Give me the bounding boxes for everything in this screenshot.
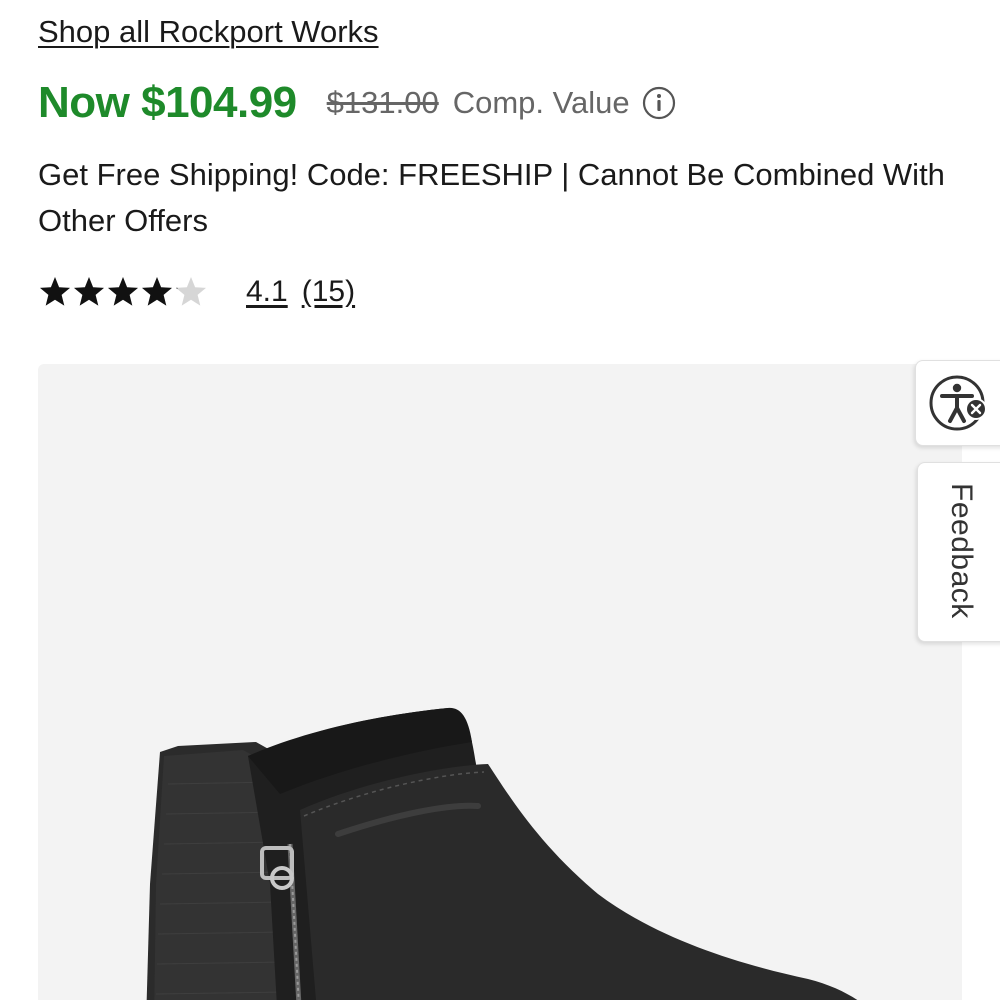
product-detail-page: Shop all Rockport Works Now $104.99 $131… [0, 0, 1000, 1000]
free-shipping-promo: Get Free Shipping! Code: FREESHIP | Cann… [38, 157, 945, 238]
accessibility-button[interactable] [915, 360, 1000, 446]
rating-row: 4.1 (15) [38, 272, 355, 312]
info-icon[interactable] [642, 86, 676, 120]
comp-value-label: Comp. Value [452, 85, 630, 120]
ankle-boot-icon [146, 707, 858, 1000]
rating-value-link[interactable]: 4.1 [246, 275, 288, 309]
product-image[interactable] [38, 364, 962, 1000]
feedback-tab[interactable]: Feedback [917, 462, 1000, 642]
price-row: Now $104.99 $131.00 Comp. Value [38, 78, 676, 128]
review-count-link[interactable]: (15) [302, 275, 355, 309]
shop-all-brand-link[interactable]: Shop all Rockport Works [38, 14, 379, 50]
star-rating[interactable] [38, 272, 210, 312]
accessibility-icon [929, 375, 987, 431]
sale-price: Now $104.99 [38, 78, 297, 127]
original-price: $131.00 [326, 85, 439, 120]
feedback-label: Feedback [945, 483, 978, 619]
